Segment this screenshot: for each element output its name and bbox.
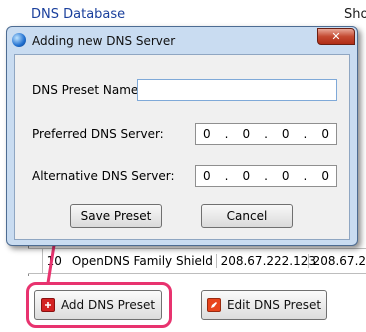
ip-separator: . [303,127,308,141]
ip-octet[interactable]: 0 [196,169,218,183]
dialog-body: DNS Preset Name: Preferred DNS Server: 0… [14,54,350,240]
app-globe-icon [12,33,26,47]
ip-separator: . [264,127,268,141]
ip-octet[interactable]: 0 [275,169,297,183]
preferred-dns-input[interactable]: 0 . 0 . 0 . 0 [195,123,337,145]
preferred-dns-label: Preferred DNS Server: [32,127,164,141]
ip-octet[interactable]: 0 [235,169,257,183]
alternative-dns-label: Alternative DNS Server: [32,169,175,183]
add-dns-server-dialog: Adding new DNS Server ✕ DNS Preset Name:… [6,26,358,246]
cancel-button[interactable]: Cancel [201,204,293,228]
dialog-title: Adding new DNS Server [32,34,176,48]
ip-octet[interactable]: 0 [196,127,218,141]
ip-separator: . [224,127,229,141]
ip-octet[interactable]: 0 [314,127,336,141]
ip-separator: . [303,169,308,183]
ip-octet[interactable]: 0 [314,169,336,183]
ip-separator: . [264,169,268,183]
ip-separator: . [224,169,229,183]
preset-name-input[interactable] [137,79,337,101]
preset-name-label: DNS Preset Name: [32,83,143,97]
save-preset-button[interactable]: Save Preset [70,204,162,228]
ip-octet[interactable]: 0 [235,127,257,141]
dialog-titlebar[interactable]: Adding new DNS Server ✕ [7,27,357,53]
close-button[interactable]: ✕ [317,28,355,45]
alternative-dns-input[interactable]: 0 . 0 . 0 . 0 [195,165,337,187]
ip-octet[interactable]: 0 [275,127,297,141]
